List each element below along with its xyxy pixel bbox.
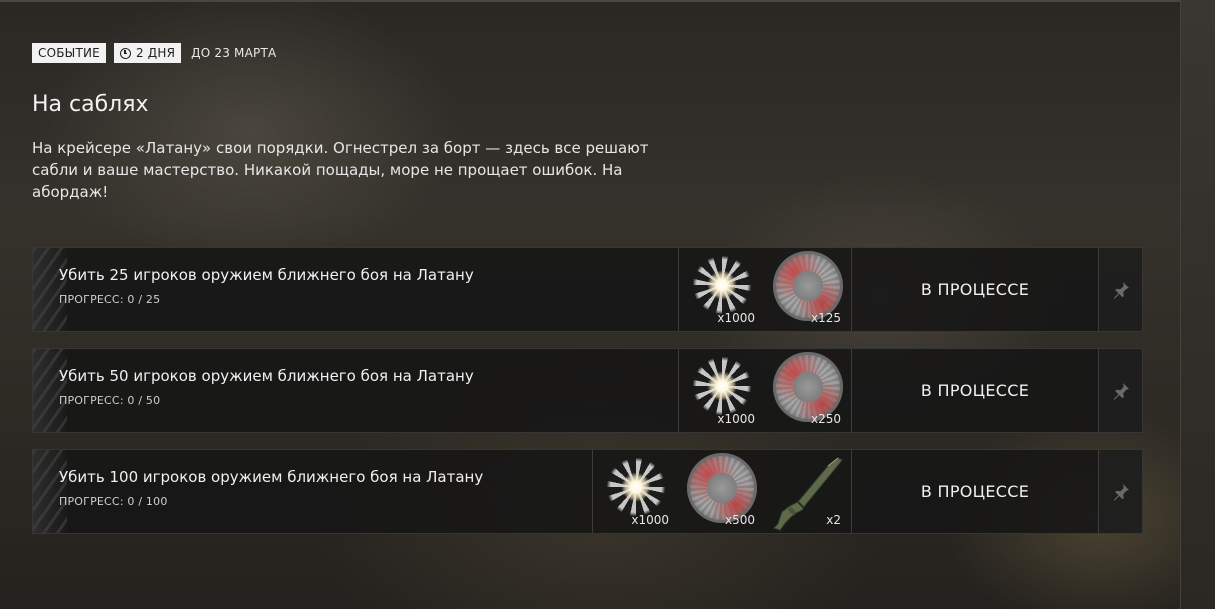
- sparkle-reward-icon: [607, 457, 665, 516]
- event-type-badge: СОБЫТИЕ: [32, 43, 106, 63]
- top-border: [0, 0, 1180, 2]
- reward-quantity: x250: [810, 412, 841, 426]
- sparkle-reward-icon: [693, 255, 751, 314]
- reward-quantity: x1000: [717, 412, 755, 426]
- task-rewards: x1000 x125: [678, 248, 851, 331]
- coin-reward-icon: [773, 250, 843, 321]
- reward-item[interactable]: x1000: [679, 349, 765, 432]
- event-title: На саблях: [32, 92, 149, 117]
- task-row[interactable]: Убить 50 игроков оружием ближнего боя на…: [32, 348, 1143, 433]
- coin-reward-icon: [773, 351, 843, 422]
- reward-item[interactable]: x2: [765, 450, 851, 533]
- pin-icon: [1113, 483, 1129, 501]
- task-row[interactable]: Убить 100 игроков оружием ближнего боя н…: [32, 449, 1143, 534]
- reward-quantity: x2: [826, 513, 841, 527]
- reward-item[interactable]: x250: [765, 349, 851, 432]
- reward-quantity: x1000: [631, 513, 669, 527]
- reward-quantity: x500: [724, 513, 755, 527]
- event-type-label: СОБЫТИЕ: [38, 46, 100, 60]
- reward-quantity: x125: [810, 311, 841, 325]
- reward-item[interactable]: x1000: [679, 248, 765, 331]
- sparkle-reward-icon: [693, 356, 751, 415]
- coin-reward-icon: [687, 452, 757, 523]
- task-status: В ПРОЦЕССЕ: [851, 349, 1098, 432]
- time-left-label: 2 ДНЯ: [135, 46, 176, 60]
- event-end-date: ДО 23 МАРТА: [191, 46, 277, 60]
- pin-button[interactable]: [1098, 349, 1142, 432]
- task-status: В ПРОЦЕССЕ: [851, 450, 1098, 533]
- task-row[interactable]: Убить 25 игроков оружием ближнего боя на…: [32, 247, 1143, 332]
- reward-quantity: x1000: [717, 311, 755, 325]
- time-left-badge: 2 ДНЯ: [113, 43, 182, 63]
- task-title: Убить 100 игроков оружием ближнего боя н…: [59, 468, 484, 486]
- event-description: На крейсере «Латану» свои порядки. Огнес…: [32, 139, 649, 201]
- task-list: Убить 25 игроков оружием ближнего боя на…: [32, 247, 1143, 534]
- task-progress: ПРОГРЕСС: 0 / 50: [59, 394, 161, 407]
- task-progress: ПРОГРЕСС: 0 / 25: [59, 293, 161, 306]
- side-panel-edge: [1180, 0, 1215, 609]
- task-info: Убить 25 игроков оружием ближнего боя на…: [33, 248, 678, 331]
- task-status: В ПРОЦЕССЕ: [851, 248, 1098, 331]
- reward-item[interactable]: x125: [765, 248, 851, 331]
- pin-button[interactable]: [1098, 450, 1142, 533]
- task-rewards: x1000 x500 x2: [592, 450, 851, 533]
- task-info: Убить 100 игроков оружием ближнего боя н…: [33, 450, 592, 533]
- pin-icon: [1113, 382, 1129, 400]
- task-info: Убить 50 игроков оружием ближнего боя на…: [33, 349, 678, 432]
- event-panel: СОБЫТИЕ 2 ДНЯ ДО 23 МАРТА На саблях На к…: [32, 42, 1143, 534]
- event-badges: СОБЫТИЕ 2 ДНЯ ДО 23 МАРТА: [32, 42, 1143, 64]
- pin-button[interactable]: [1098, 248, 1142, 331]
- reward-item[interactable]: x1000: [593, 450, 679, 533]
- reward-item[interactable]: x500: [679, 450, 765, 533]
- task-title: Убить 25 игроков оружием ближнего боя на…: [59, 266, 474, 284]
- clock-icon: [119, 47, 131, 59]
- task-title: Убить 50 игроков оружием ближнего боя на…: [59, 367, 474, 385]
- task-progress: ПРОГРЕСС: 0 / 100: [59, 495, 168, 508]
- task-rewards: x1000 x250: [678, 349, 851, 432]
- pin-icon: [1113, 281, 1129, 299]
